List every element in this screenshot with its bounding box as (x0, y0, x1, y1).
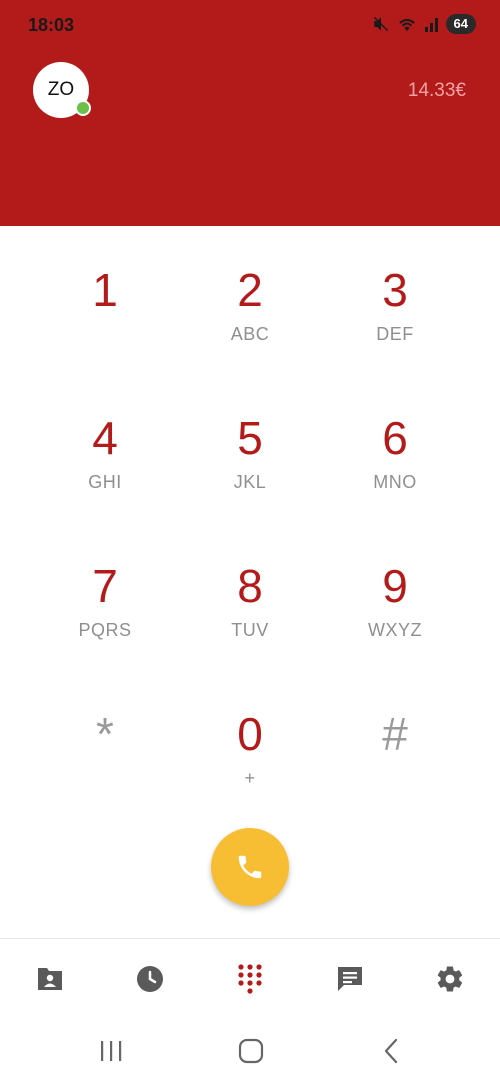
status-icons: 64 (372, 14, 476, 34)
key-digit: 8 (237, 560, 263, 612)
key-digit: 9 (382, 560, 408, 612)
key-5[interactable]: 5 JKL (177, 374, 323, 514)
nav-settings[interactable] (430, 961, 470, 997)
recents-icon (101, 1041, 122, 1061)
home-button[interactable] (236, 1036, 266, 1066)
key-1[interactable]: 1 (32, 226, 178, 366)
key-digit: * (96, 708, 114, 760)
key-letters: ABC (230, 324, 270, 344)
chat-icon (338, 967, 362, 991)
key-digit: 0 (237, 708, 263, 760)
contacts-icon (38, 968, 62, 990)
phone-icon (238, 855, 262, 879)
key-0[interactable]: 0 + (177, 670, 323, 810)
battery-badge: 64 (445, 14, 476, 34)
home-icon (238, 1038, 264, 1064)
back-icon (384, 1038, 398, 1064)
key-letters: MNO (373, 472, 417, 492)
key-7[interactable]: 7 PQRS (32, 522, 178, 662)
key-8[interactable]: 8 TUV (177, 522, 323, 662)
key-digit: # (382, 708, 408, 760)
nav-contacts[interactable] (30, 961, 70, 997)
key-letters: TUV (231, 620, 269, 640)
back-button[interactable] (378, 1036, 404, 1066)
avatar-initials: ZO (47, 79, 75, 100)
wifi-icon (398, 18, 415, 32)
key-digit: 6 (382, 412, 408, 464)
recents-button[interactable] (96, 1036, 126, 1066)
key-6[interactable]: 6 MNO (322, 374, 468, 514)
key-digit: 5 (237, 412, 263, 464)
dialpad: 1 2 ABC 3 DEF 4 GHI 5 JKL 6 MNO 7 PQRS 8… (0, 226, 500, 806)
key-letters: GHI (88, 472, 122, 492)
key-digit: 2 (237, 264, 263, 316)
key-digit: 3 (382, 264, 408, 316)
account-balance: 14.33€ (407, 80, 466, 101)
status-time: 18:03 (28, 15, 75, 35)
key-digit: 4 (92, 412, 118, 464)
key-digit: 1 (92, 264, 118, 316)
dialpad-icon (238, 964, 262, 994)
nav-dialpad[interactable] (230, 961, 270, 997)
key-3[interactable]: 3 DEF (322, 226, 468, 366)
key-2[interactable]: 2 ABC (177, 226, 323, 366)
signal-icon (424, 18, 438, 32)
bottom-nav (0, 938, 500, 1019)
mute-icon (373, 16, 388, 32)
nav-messages[interactable] (330, 961, 370, 997)
clock-icon (137, 966, 163, 992)
key-letters: WXYZ (368, 620, 422, 640)
gear-icon (437, 966, 463, 992)
key-letters: + (244, 768, 256, 788)
key-4[interactable]: 4 GHI (32, 374, 178, 514)
key-letters: PQRS (78, 620, 132, 640)
nav-recents[interactable] (130, 961, 170, 997)
system-nav (0, 1018, 500, 1083)
status-bar: 18:03 64 (0, 0, 500, 50)
presence-online-icon (75, 100, 91, 116)
avatar[interactable]: ZO (33, 62, 91, 118)
key-letters: DEF (376, 324, 414, 344)
key-star[interactable]: * (32, 670, 178, 810)
key-letters: JKL (233, 472, 267, 492)
key-9[interactable]: 9 WXYZ (322, 522, 468, 662)
header: 18:03 64 ZO 14.33€ (0, 0, 500, 226)
key-digit: 7 (92, 560, 118, 612)
key-hash[interactable]: # (322, 670, 468, 810)
call-button[interactable] (211, 828, 289, 906)
